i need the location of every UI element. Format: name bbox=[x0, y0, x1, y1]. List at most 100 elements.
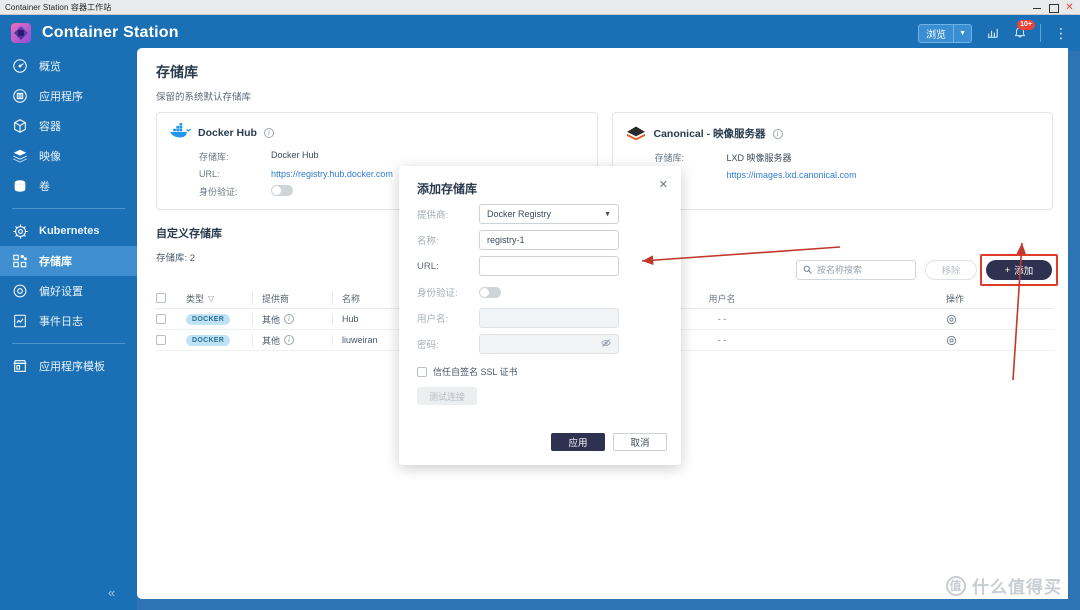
notification-badge: 10+ bbox=[1017, 20, 1035, 30]
sidebar-item-preferences[interactable]: 偏好设置 bbox=[0, 276, 137, 306]
sidebar-item-overview[interactable]: 概览 bbox=[0, 51, 137, 81]
field-url: URL: bbox=[417, 253, 681, 279]
maximize-button[interactable] bbox=[1049, 3, 1058, 12]
sidebar-item-label: 存储库 bbox=[39, 253, 72, 269]
sidebar-item-registries[interactable]: 存储库 bbox=[0, 246, 137, 276]
sidebar-item-images[interactable]: 映像 bbox=[0, 141, 137, 171]
browse-button-label: 浏览 bbox=[919, 26, 953, 41]
gear-icon[interactable] bbox=[946, 314, 957, 325]
page-title: 存储库 bbox=[137, 48, 1068, 82]
info-icon[interactable]: i bbox=[773, 129, 783, 139]
sidebar-item-kubernetes[interactable]: Kubernetes bbox=[0, 216, 137, 246]
docker-whale-icon bbox=[169, 122, 191, 144]
search-icon bbox=[803, 265, 812, 276]
apply-button[interactable]: 应用 bbox=[551, 433, 605, 451]
add-button-wrapper: + 添加 bbox=[986, 260, 1052, 280]
url-input[interactable] bbox=[479, 256, 619, 276]
row-value-link[interactable]: https://registry.hub.docker.com bbox=[271, 169, 393, 179]
sidebar-item-containers[interactable]: 容器 bbox=[0, 111, 137, 141]
row-key: 存储库: bbox=[655, 151, 727, 164]
helm-icon bbox=[10, 221, 30, 241]
field-label: 身份验证: bbox=[417, 285, 479, 299]
sidebar-divider-1 bbox=[12, 208, 125, 209]
field-label: 密码: bbox=[417, 337, 479, 351]
field-label: URL: bbox=[417, 261, 479, 272]
more-menu-button[interactable]: ⋮ bbox=[1054, 28, 1068, 38]
filter-icon[interactable]: ▽ bbox=[208, 294, 214, 303]
ssl-checkbox[interactable] bbox=[417, 367, 427, 377]
resource-monitor-icon[interactable] bbox=[985, 26, 1000, 41]
apps-icon bbox=[10, 86, 30, 106]
select-all-cell bbox=[156, 293, 186, 303]
ssl-checkbox-label: 信任自签名 SSL 证书 bbox=[433, 365, 518, 378]
search-box[interactable] bbox=[796, 260, 916, 280]
info-icon[interactable]: i bbox=[284, 314, 294, 324]
username-input bbox=[479, 308, 619, 328]
os-title-bar: Container Station 容器工作站 ✕ bbox=[0, 0, 1080, 15]
registry-icon bbox=[10, 251, 30, 271]
cell-type: DOCKER bbox=[186, 314, 252, 325]
watermark-mark: 值 bbox=[946, 576, 966, 596]
row-checkbox[interactable] bbox=[156, 314, 166, 324]
provider-select[interactable]: Docker Registry ▼ bbox=[479, 204, 619, 224]
info-icon[interactable]: i bbox=[284, 335, 294, 345]
field-provider: 提供商: Docker Registry ▼ bbox=[417, 201, 681, 227]
close-icon[interactable]: ✕ bbox=[659, 178, 668, 191]
table-toolbar: 移除 + 添加 bbox=[796, 260, 1052, 280]
auth-toggle[interactable] bbox=[271, 185, 293, 196]
minimize-button[interactable] bbox=[1033, 3, 1042, 12]
card-title: Canonical - 映像服务器 bbox=[654, 126, 766, 141]
row-select-cell bbox=[156, 335, 186, 345]
info-icon[interactable]: i bbox=[264, 128, 274, 138]
sidebar-item-label: 概览 bbox=[39, 58, 61, 74]
sidebar-item-volumes[interactable]: 卷 bbox=[0, 171, 137, 201]
close-button[interactable]: ✕ bbox=[1065, 3, 1074, 12]
ssl-checkbox-row[interactable]: 信任自签名 SSL 证书 bbox=[417, 365, 681, 378]
header-divider bbox=[1040, 24, 1041, 42]
window-title: Container Station 容器工作站 bbox=[0, 2, 111, 13]
template-icon bbox=[10, 356, 30, 376]
canonical-icon bbox=[625, 122, 647, 145]
layers-icon bbox=[10, 146, 30, 166]
field-label: 名称: bbox=[417, 233, 479, 247]
card-row: 存储库: LXD 映像服务器 bbox=[625, 151, 1041, 164]
sidebar-item-event-logs[interactable]: 事件日志 bbox=[0, 306, 137, 336]
eye-off-icon[interactable] bbox=[601, 338, 611, 350]
auth-toggle[interactable] bbox=[479, 287, 501, 298]
chevron-down-icon[interactable]: ▼ bbox=[954, 30, 971, 37]
card-row: 存储库: Docker Hub bbox=[169, 150, 585, 163]
column-action: 操作 bbox=[912, 292, 1054, 305]
sidebar-divider-2 bbox=[12, 343, 125, 344]
chevron-down-icon: ▼ bbox=[604, 211, 611, 218]
gear-icon[interactable] bbox=[946, 335, 957, 346]
sidebar-collapse-button[interactable]: « bbox=[108, 585, 115, 600]
sidebar-item-applications[interactable]: 应用程序 bbox=[0, 81, 137, 111]
notifications-button[interactable]: 10+ bbox=[1013, 26, 1027, 40]
sidebar-item-label: 容器 bbox=[39, 118, 61, 134]
remove-button[interactable]: 移除 bbox=[925, 260, 977, 280]
gauge-icon bbox=[10, 56, 30, 76]
provider-value: Docker Registry bbox=[487, 209, 551, 219]
cell-provider: 其他 i bbox=[252, 313, 332, 326]
add-registry-button[interactable]: + 添加 bbox=[986, 260, 1052, 280]
sidebar-item-app-templates[interactable]: 应用程序模板 bbox=[0, 351, 137, 381]
search-input[interactable] bbox=[817, 265, 909, 275]
field-label: 提供商: bbox=[417, 207, 479, 221]
row-checkbox[interactable] bbox=[156, 335, 166, 345]
cell-action bbox=[912, 335, 1054, 346]
sidebar-item-label: 映像 bbox=[39, 148, 61, 164]
row-value-link[interactable]: https://images.lxd.canonical.com bbox=[727, 170, 857, 180]
column-provider: 提供商 bbox=[252, 292, 332, 305]
browse-button[interactable]: 浏览 ▼ bbox=[918, 24, 972, 43]
cell-provider: 其他 i bbox=[252, 334, 332, 347]
card-header: Docker Hub i bbox=[169, 122, 585, 144]
field-name: 名称: registry-1 bbox=[417, 227, 681, 253]
cell-type: DOCKER bbox=[186, 335, 252, 346]
app-window: Container Station 容器工作站 ✕ bbox=[0, 0, 1080, 610]
row-value: Docker Hub bbox=[271, 150, 319, 163]
dialog-title: 添加存储库 bbox=[417, 180, 477, 197]
cancel-button[interactable]: 取消 bbox=[613, 433, 667, 451]
add-registry-dialog: 添加存储库 ✕ 提供商: Docker Registry ▼ 名称: regis… bbox=[399, 166, 681, 465]
name-input[interactable]: registry-1 bbox=[479, 230, 619, 250]
select-all-checkbox[interactable] bbox=[156, 293, 166, 303]
